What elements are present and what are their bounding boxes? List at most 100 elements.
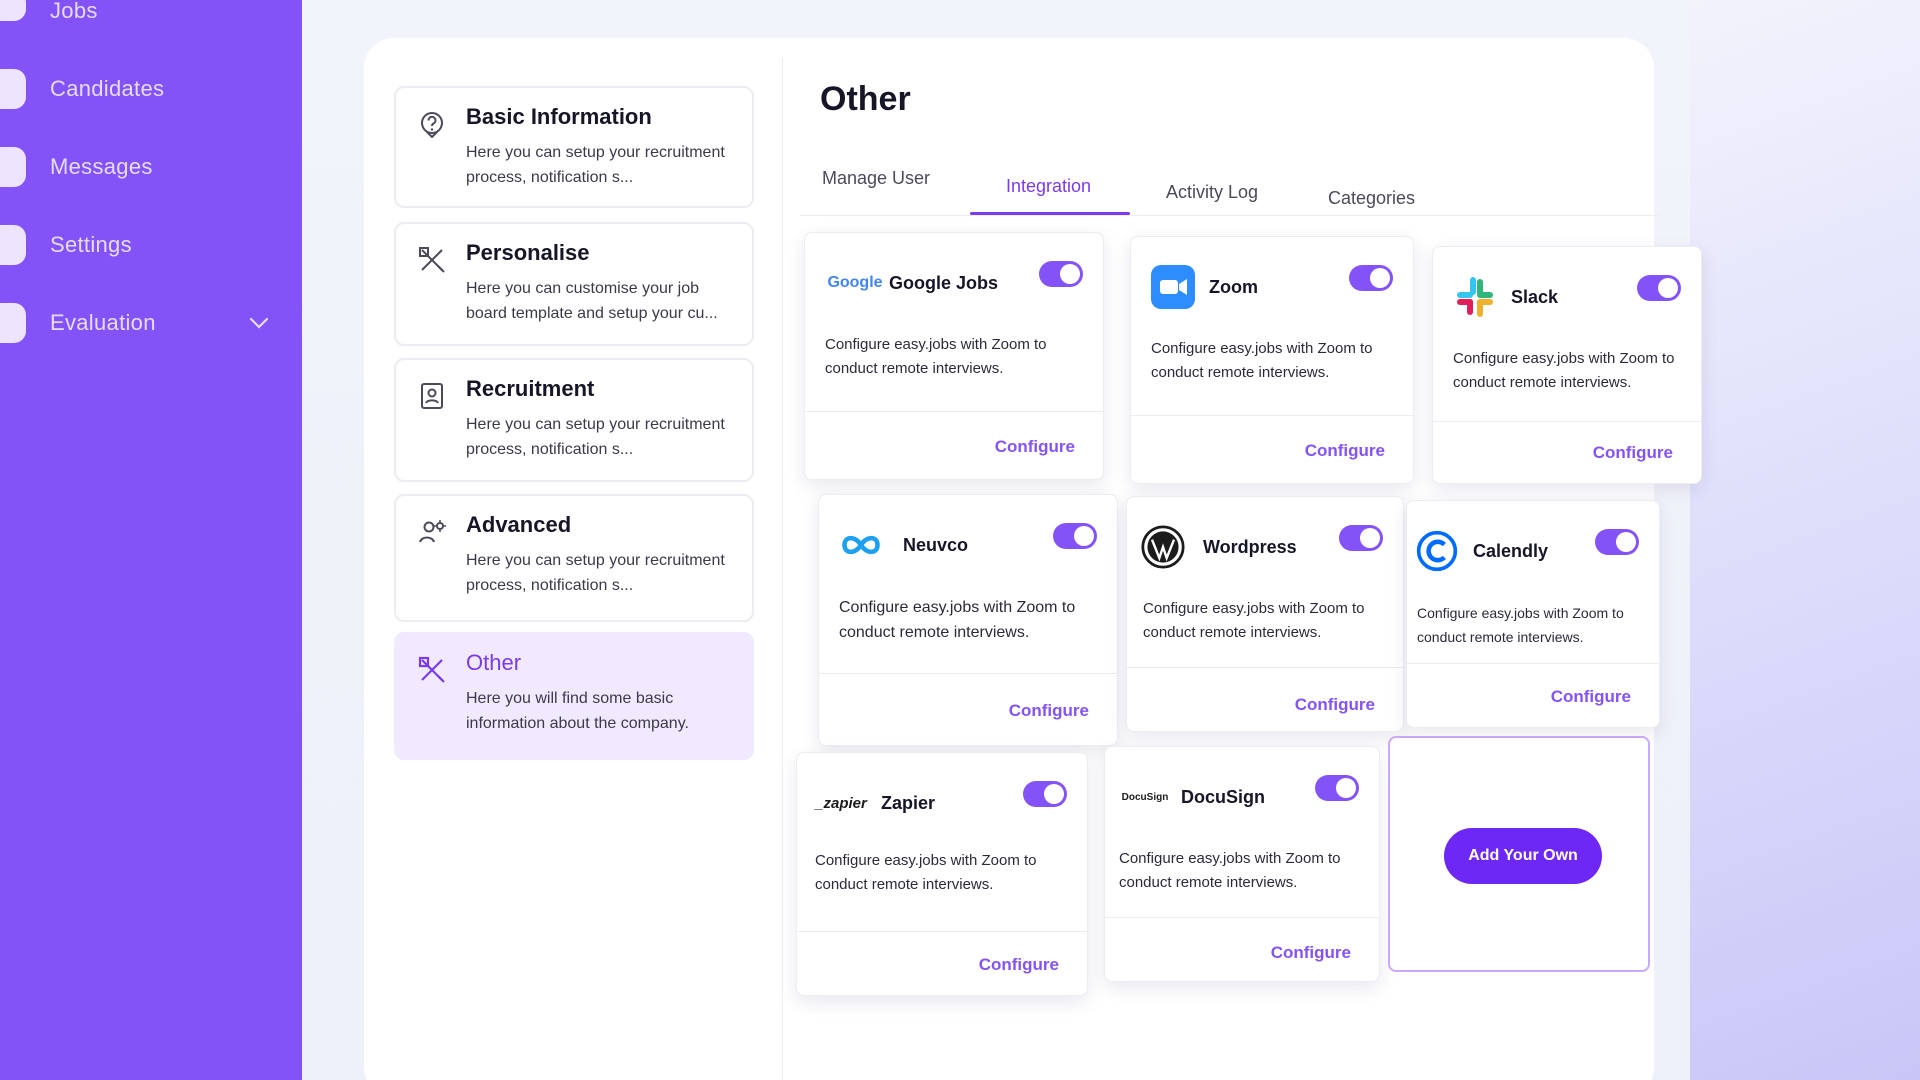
integration-card-zapier: _zapier Zapier Configure easy.jobs with … — [796, 752, 1088, 996]
gear-icon — [0, 225, 26, 265]
settings-item-title: Recruitment — [466, 376, 595, 401]
settings-item-description: Here you will find some basic informatio… — [466, 690, 689, 732]
integration-description: Configure easy.jobs with Zoom to conduct… — [1417, 605, 1624, 645]
settings-item-advanced[interactable]: Advanced Here you can setup your recruit… — [394, 494, 754, 622]
configure-link[interactable]: Configure — [1271, 943, 1351, 963]
add-your-own-button[interactable]: Add Your Own — [1444, 828, 1602, 884]
infinity-logo-icon — [839, 523, 883, 567]
integration-card-google-jobs: Google Google Jobs Configure easy.jobs w… — [804, 232, 1104, 480]
integration-description: Configure easy.jobs with Zoom to conduct… — [815, 852, 1037, 893]
settings-item-personalise[interactable]: Personalise Here you can customise your … — [394, 222, 754, 346]
card-divider — [1433, 421, 1701, 422]
sidebar: Jobs Candidates Messages Settings Evalua… — [0, 0, 302, 1080]
background-gradient — [1690, 0, 1920, 1080]
toggle-knob — [1074, 526, 1094, 546]
toggle-knob — [1370, 268, 1390, 288]
slack-logo-icon — [1453, 275, 1497, 319]
sidebar-item-messages[interactable]: Messages — [0, 142, 302, 192]
chevron-down-icon[interactable] — [248, 312, 270, 334]
zoom-logo-icon — [1151, 265, 1195, 309]
toggle-knob — [1044, 784, 1064, 804]
configure-link[interactable]: Configure — [1551, 687, 1631, 707]
integration-name: Google Jobs — [889, 273, 999, 293]
wordpress-logo-icon — [1141, 525, 1185, 569]
integration-name: Neuvco — [903, 535, 969, 555]
user-gear-icon — [419, 520, 446, 543]
settings-item-description: Here you can setup your recruitment proc… — [466, 552, 725, 594]
briefcase-icon — [0, 0, 26, 21]
sidebar-item-settings[interactable]: Settings — [0, 220, 302, 270]
tab-manage-user[interactable]: Manage User — [822, 168, 930, 189]
settings-item-basic-information[interactable]: Basic Information Here you can setup you… — [394, 86, 754, 208]
settings-item-title: Advanced — [466, 512, 572, 537]
integration-card-wordpress: Wordpress Configure easy.jobs with Zoom … — [1126, 496, 1404, 732]
settings-item-other[interactable]: Other Here you will find some basic info… — [394, 632, 754, 760]
calendly-logo-icon — [1415, 529, 1459, 573]
integration-toggle[interactable] — [1315, 775, 1359, 801]
toggle-knob — [1658, 278, 1678, 298]
configure-link[interactable]: Configure — [1593, 443, 1673, 463]
card-divider — [1407, 663, 1659, 664]
configure-link[interactable]: Configure — [995, 437, 1075, 457]
integration-description: Configure easy.jobs with Zoom to conduct… — [1453, 350, 1675, 391]
tab-activity-log[interactable]: Activity Log — [1166, 182, 1258, 203]
configure-link[interactable]: Configure — [1009, 701, 1089, 721]
page-title: Other — [820, 80, 911, 118]
active-tab-indicator — [970, 212, 1130, 215]
integration-toggle[interactable] — [1595, 529, 1639, 555]
docusign-logo-icon: DocuSign — [1121, 791, 1169, 803]
settings-item-title: Personalise — [466, 240, 590, 265]
settings-item-title: Other — [466, 650, 522, 675]
configure-link[interactable]: Configure — [1295, 695, 1375, 715]
card-divider — [1131, 415, 1413, 416]
sidebar-item-candidates[interactable]: Candidates — [0, 64, 302, 114]
settings-item-recruitment[interactable]: Recruitment Here you can setup your recr… — [394, 358, 754, 482]
integration-toggle[interactable] — [1053, 523, 1097, 549]
integration-toggle[interactable] — [1349, 265, 1393, 291]
integration-card-calendly: Calendly Configure easy.jobs with Zoom t… — [1406, 500, 1660, 728]
sidebar-item-label: Messages — [50, 154, 153, 179]
sidebar-item-evaluation[interactable]: Evaluation — [0, 298, 302, 348]
card-divider — [805, 411, 1103, 412]
pencil-ruler-icon — [419, 247, 445, 273]
sidebar-item-label: Candidates — [50, 76, 165, 101]
sidebar-item-label: Settings — [50, 232, 132, 257]
integration-description: Configure easy.jobs with Zoom to conduct… — [1143, 600, 1365, 641]
zapier-logo-icon: _zapier — [815, 794, 867, 812]
sidebar-item-label: Jobs — [50, 0, 98, 23]
settings-item-description: Here you can setup your recruitment proc… — [466, 144, 725, 186]
integration-name: Wordpress — [1203, 537, 1297, 557]
divider — [782, 58, 783, 1080]
google-logo-icon: Google — [827, 274, 883, 291]
tab-integration[interactable]: Integration — [1006, 176, 1091, 197]
integration-description: Configure easy.jobs with Zoom to conduct… — [1151, 340, 1373, 381]
integration-card-slack: Slack Configure easy.jobs with Zoom to c… — [1432, 246, 1702, 484]
graduation-cap-icon — [0, 303, 26, 343]
toggle-knob — [1616, 532, 1636, 552]
integration-toggle[interactable] — [1039, 261, 1083, 287]
integration-toggle[interactable] — [1339, 525, 1383, 551]
card-divider — [819, 673, 1117, 674]
toggle-knob — [1360, 528, 1380, 548]
add-integration-card: Add Your Own — [1388, 736, 1650, 972]
integration-toggle[interactable] — [1023, 781, 1067, 807]
integration-toggle[interactable] — [1637, 275, 1681, 301]
sidebar-item-jobs[interactable]: Jobs — [0, 0, 302, 36]
question-circle-icon — [421, 112, 443, 138]
users-icon — [0, 69, 26, 109]
settings-item-description: Here you can customise your job board te… — [466, 280, 718, 322]
card-divider — [1105, 917, 1379, 918]
integration-name: Calendly — [1473, 541, 1549, 561]
tab-bar-line — [800, 215, 1660, 216]
pencil-ruler-icon — [418, 656, 445, 683]
id-card-icon — [421, 383, 443, 409]
toggle-knob — [1060, 264, 1080, 284]
integration-name: Slack — [1511, 287, 1559, 307]
configure-link[interactable]: Configure — [979, 955, 1059, 975]
integration-description: Configure easy.jobs with Zoom to conduct… — [839, 599, 1076, 641]
integration-card-zoom: Zoom Configure easy.jobs with Zoom to co… — [1130, 236, 1414, 484]
tab-categories[interactable]: Categories — [1328, 188, 1415, 209]
card-divider — [797, 931, 1087, 932]
toggle-knob — [1336, 778, 1356, 798]
configure-link[interactable]: Configure — [1305, 441, 1385, 461]
